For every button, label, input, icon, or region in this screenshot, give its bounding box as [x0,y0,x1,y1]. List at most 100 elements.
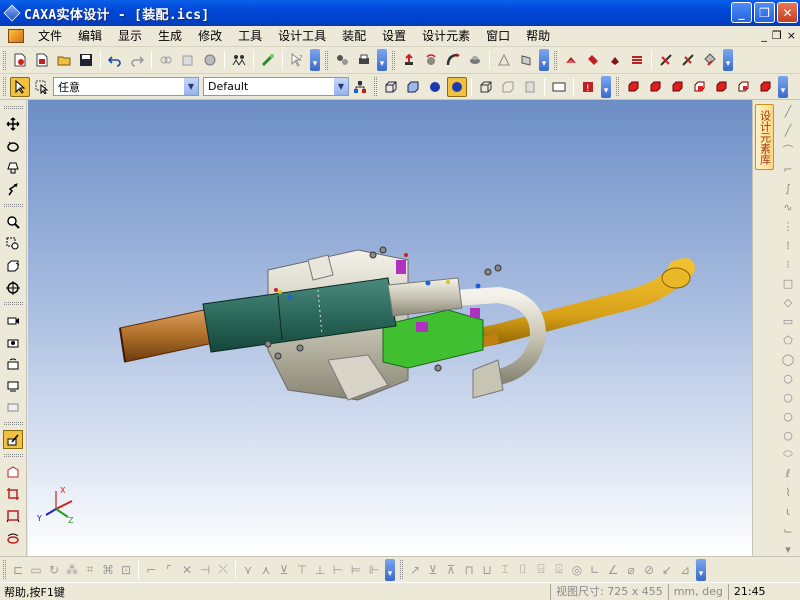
toolbar-grip[interactable] [554,50,557,70]
crop-icon[interactable] [3,484,23,503]
document-icon[interactable] [8,29,24,43]
menu-generate[interactable]: 生成 [150,27,190,46]
close-button[interactable]: ✕ [777,2,798,23]
constraint-icon-6[interactable]: ⌶ [496,561,514,579]
object-icon[interactable] [200,50,220,70]
solid-box-icon-7[interactable] [755,77,775,97]
sketch-icon-11[interactable]: ⊣ [196,561,214,579]
bezier-icon[interactable]: ∫ [781,181,795,195]
sketch-icon-10[interactable]: ✕ [178,561,196,579]
solid-box-icon-3[interactable] [667,77,687,97]
circle-2-icon[interactable]: ○ [781,390,795,404]
circle-4-icon[interactable]: ○ [781,428,795,442]
sketch-icon-16[interactable]: ⊤ [293,561,311,579]
line-icon[interactable]: ╱ [781,104,795,118]
constraint-icon-10[interactable]: ◎ [568,561,586,579]
loft-icon[interactable] [465,50,485,70]
chamfer-icon[interactable] [583,50,603,70]
constraint-icon-3[interactable]: ⊼ [442,561,460,579]
extrude-icon[interactable] [399,50,419,70]
toolbar-grip[interactable] [3,454,23,457]
view-cube-icon[interactable] [403,77,423,97]
toolbar-chevron[interactable]: ▾ [385,558,395,581]
toolbar-chevron[interactable]: ▾ [723,49,733,71]
sketch-icon-18[interactable]: ⊢ [329,561,347,579]
arc-icon[interactable]: ⌒ [781,142,795,157]
toolbar-grip[interactable] [3,77,6,96]
menu-help[interactable]: 帮助 [518,27,558,46]
render-icon[interactable] [258,50,278,70]
sketch-icon-15[interactable]: ⊻ [275,561,293,579]
circle-3-icon[interactable]: ○ [781,409,795,423]
constraint-icon-1[interactable]: ↗ [406,561,424,579]
line-2-icon[interactable]: ╱ [781,123,795,137]
people-icon[interactable] [229,50,249,70]
camera-icon[interactable] [3,332,23,351]
menu-window[interactable]: 窗口 [478,27,518,46]
menu-display[interactable]: 显示 [110,27,150,46]
sketch-icon-3[interactable]: ↻ [45,561,63,579]
mdi-close-button[interactable]: × [787,29,796,42]
open-folder-icon[interactable] [54,50,74,70]
toolbar-grip[interactable] [3,50,6,70]
camera-orbit-icon[interactable] [3,354,23,373]
toolbar-chevron[interactable]: ▾ [778,75,788,98]
restore-button[interactable]: ❐ [754,2,775,23]
constraint-icon-16[interactable]: ⊿ [676,561,694,579]
view-shaded-icon[interactable] [447,76,467,97]
trim-icon[interactable]: ⌙ [781,523,795,537]
design-library-tab[interactable]: 设计元素库 [755,104,774,170]
zoom-icon[interactable] [3,212,23,231]
circle-icon[interactable]: ○ [781,371,795,385]
menu-tools[interactable]: 工具 [230,27,270,46]
filter-select[interactable]: 任意 ▼ [53,77,199,96]
constraint-icon-4[interactable]: ⊓ [460,561,478,579]
app-icon[interactable] [3,4,21,22]
new-file-icon[interactable] [10,50,30,70]
sketch-icon-4[interactable]: ⁂ [63,561,81,579]
wireframe-icon[interactable] [476,77,496,97]
diamond-icon[interactable]: ◇ [781,295,795,309]
redo-icon[interactable] [127,50,147,70]
constraint-icon-15[interactable]: ↙ [658,561,676,579]
sketch-icon-8[interactable]: ⌐ [142,561,160,579]
view-sphere-icon[interactable] [425,77,445,97]
constraint-icon-7[interactable]: ⌷ [514,561,532,579]
rectangle-icon[interactable]: □ [781,276,795,290]
section-icon[interactable] [3,528,23,547]
camera-zoom-icon[interactable] [3,398,23,417]
ellipse-icon[interactable]: ⬭ [781,447,795,461]
menu-assembly[interactable]: 装配 [334,27,374,46]
zoom-window-icon[interactable] [3,234,23,253]
new-drawing-icon[interactable] [32,50,52,70]
square-icon[interactable]: ▭ [781,314,795,328]
sketch-icon-17[interactable]: ⊥ [311,561,329,579]
constraint-icon-13[interactable]: ⌀ [622,561,640,579]
sketch-icon-5[interactable]: ⌗ [81,561,99,579]
undo-icon[interactable] [105,50,125,70]
hierarchy-icon[interactable] [350,77,370,97]
toolbar-grip[interactable] [616,77,619,96]
smooth-icon[interactable] [561,50,581,70]
toolbar-grip[interactable] [3,106,23,109]
surface-icon[interactable] [516,50,536,70]
sketch-icon-14[interactable]: ⋏ [257,561,275,579]
chevron-down-icon[interactable]: ▼ [334,78,348,95]
text-icon[interactable]: ℓ [781,466,795,480]
alert-icon[interactable]: ! [578,77,598,97]
toolbar-grip[interactable] [3,302,23,305]
view-orientation-icon[interactable] [3,256,23,275]
menu-file[interactable]: 文件 [30,27,70,46]
constraint-icon-5[interactable]: ⊔ [478,561,496,579]
sketch-icon-20[interactable]: ⊩ [365,561,383,579]
solid-box-icon-2[interactable] [645,77,665,97]
circle-center-icon[interactable]: ◯ [781,352,795,366]
3d-viewport[interactable]: X Y Z [28,100,752,556]
select-box-icon[interactable] [32,77,52,97]
toolbar-grip[interactable] [374,77,377,96]
sketch-icon-12[interactable]: ⤫ [214,561,232,579]
toolbar-chevron[interactable]: ▾ [696,558,706,581]
sketch-icon-9[interactable]: ⌜ [160,561,178,579]
intellishape-icon[interactable] [3,462,23,481]
toolbar-grip[interactable] [325,50,328,70]
